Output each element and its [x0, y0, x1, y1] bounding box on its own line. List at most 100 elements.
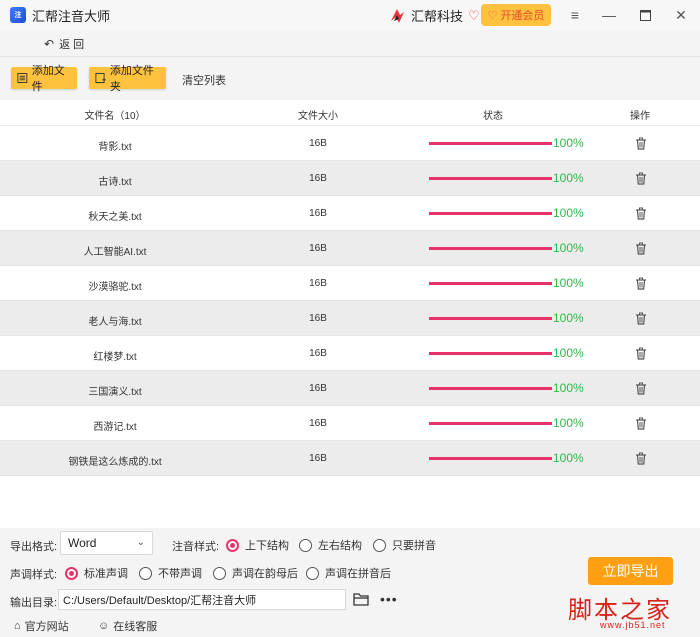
file-name: 沙漠骆驼.txt [88, 282, 142, 293]
table-row: 人工智能AI.txt 16B 100% [0, 231, 700, 266]
brand: 汇帮科技 ♡ [388, 6, 480, 25]
progress-fill [429, 247, 552, 250]
progress-bar [429, 387, 552, 390]
file-table: 文件名（10） 文件大小 状态 操作 背影.txt 16B 100% 古诗.txt 16… [0, 100, 700, 528]
notation-label: 注音样式: [172, 541, 220, 553]
trash-icon[interactable] [635, 382, 647, 395]
file-size: 16B [309, 418, 327, 429]
table-row: 三国演义.txt 16B 100% [0, 371, 700, 406]
progress-bar [429, 177, 552, 180]
add-file-button[interactable]: 添加文件 [11, 65, 77, 93]
file-list-icon [17, 73, 28, 83]
file-name: 老人与海.txt [88, 317, 142, 328]
progress-bar [429, 422, 552, 425]
add-folder-icon [95, 72, 106, 84]
vip-button-label: 开通会员 [500, 10, 545, 22]
file-size: 16B [309, 208, 327, 219]
home-icon: ⌂ [14, 620, 21, 632]
output-dir-label: 输出目录: [10, 597, 58, 609]
tone-label: 声调样式: [10, 569, 58, 581]
progress-fill [429, 422, 552, 425]
trash-icon[interactable] [635, 207, 647, 220]
official-site-link[interactable]: ⌂ 官方网站 [14, 618, 69, 634]
notation-option-0[interactable]: 上下结构 [226, 537, 289, 553]
progress-bar [429, 317, 552, 320]
file-size: 16B [309, 383, 327, 394]
app-title: 汇帮注音大师 [32, 8, 111, 24]
file-name: 人工智能AI.txt [83, 247, 147, 258]
progress-bar [429, 142, 552, 145]
trash-icon[interactable] [635, 347, 647, 360]
file-size: 16B [309, 453, 327, 464]
trash-icon[interactable] [635, 452, 647, 465]
progress-percent: 100% [553, 206, 584, 220]
progress-fill [429, 352, 552, 355]
maximize-icon[interactable] [628, 0, 662, 30]
online-support-link[interactable]: ☺ 在线客服 [98, 618, 157, 634]
table-row: 古诗.txt 16B 100% [0, 161, 700, 196]
radio-icon [213, 566, 226, 580]
support-agent-icon: ☺ [98, 620, 110, 632]
trash-icon[interactable] [635, 277, 647, 290]
export-button[interactable]: 立即导出 [588, 557, 673, 585]
tone-option-1[interactable]: 不带声调 [139, 565, 202, 581]
file-size: 16B [309, 243, 327, 254]
table-row: 西游记.txt 16B 100% [0, 406, 700, 441]
output-dir-input[interactable] [58, 589, 346, 610]
app-logo-icon: 注 [10, 7, 26, 23]
col-action: 操作 [630, 111, 650, 122]
back-label: 返 回 [59, 39, 85, 51]
trash-icon[interactable] [635, 172, 647, 185]
chevron-down-icon: ⌄ [136, 537, 145, 548]
table-row: 背影.txt 16B 100% [0, 126, 700, 161]
file-size: 16B [309, 348, 327, 359]
menu-icon[interactable]: ≡ [558, 0, 592, 30]
notation-option-1[interactable]: 左右结构 [299, 537, 362, 553]
official-site-label: 官方网站 [24, 621, 69, 633]
more-icon[interactable]: ••• [380, 591, 398, 607]
vip-button[interactable]: ♡ 开通会员 [481, 4, 551, 26]
trash-icon[interactable] [635, 417, 647, 430]
progress-fill [429, 212, 552, 215]
file-name: 西游记.txt [93, 422, 137, 433]
file-size: 16B [309, 278, 327, 289]
tone-option-2[interactable]: 声调在韵母后 [213, 565, 298, 581]
folder-icon[interactable] [353, 592, 369, 606]
trash-icon[interactable] [635, 312, 647, 325]
trash-icon[interactable] [635, 137, 647, 150]
progress-fill [429, 317, 552, 320]
progress-bar [429, 352, 552, 355]
toolbar: 添加文件 添加文件夹 清空列表 [0, 57, 700, 100]
minimize-icon[interactable]: — [592, 0, 626, 30]
file-size: 16B [309, 173, 327, 184]
trash-icon[interactable] [635, 242, 647, 255]
clear-list-button[interactable]: 清空列表 [182, 72, 226, 88]
file-name: 古诗.txt [98, 177, 132, 188]
brand-logo-icon [391, 8, 404, 23]
brand-name: 汇帮科技 [411, 9, 464, 24]
progress-percent: 100% [553, 451, 584, 465]
close-icon[interactable]: ✕ [664, 0, 698, 30]
export-format-select[interactable]: Word ⌄ [60, 531, 153, 555]
add-folder-button[interactable]: 添加文件夹 [89, 65, 166, 93]
table-header: 文件名（10） 文件大小 状态 操作 [0, 100, 700, 126]
tone-option-label: 声调在拼音后 [325, 568, 391, 580]
notation-option-label: 只要拼音 [392, 540, 436, 552]
progress-bar [429, 247, 552, 250]
progress-percent: 100% [553, 241, 584, 255]
progress-percent: 100% [553, 381, 584, 395]
heart-icon: ♡ [487, 9, 498, 22]
table-row: 秋天之美.txt 16B 100% [0, 196, 700, 231]
nav-bar: ↶ 返 回 [0, 30, 700, 57]
radio-icon [306, 566, 319, 580]
radio-icon [373, 538, 386, 552]
file-name: 钢铁是这么炼成的.txt [68, 457, 162, 468]
progress-bar [429, 282, 552, 285]
tone-option-0[interactable]: 标准声调 [65, 565, 128, 581]
back-button[interactable]: ↶ 返 回 [44, 36, 84, 52]
add-file-label: 添加文件 [31, 65, 65, 93]
table-row: 钢铁是这么炼成的.txt 16B 100% [0, 441, 700, 476]
tone-option-3[interactable]: 声调在拼音后 [306, 565, 391, 581]
col-status: 状态 [483, 111, 503, 122]
notation-option-2[interactable]: 只要拼音 [373, 537, 436, 553]
